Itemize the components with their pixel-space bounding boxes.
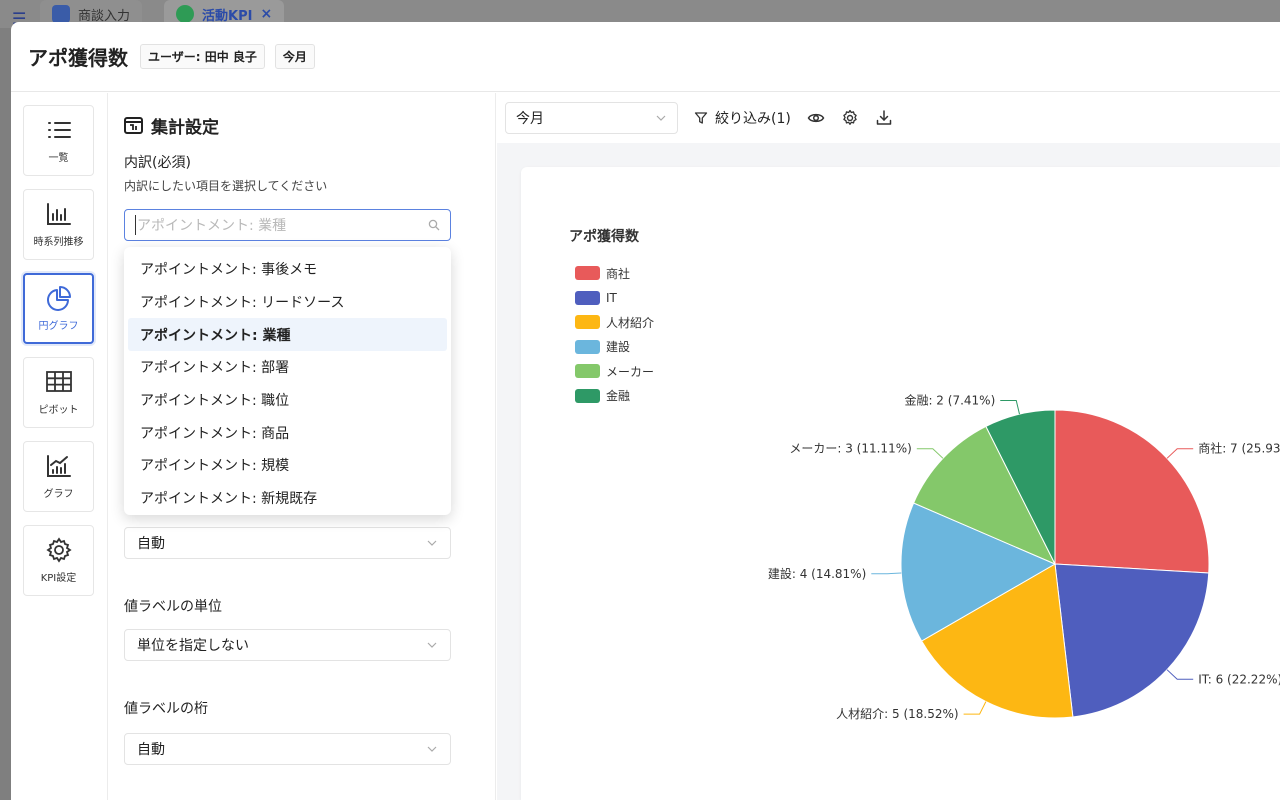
- pie-slice-label: 金融: 2 (7.41%): [904, 393, 995, 408]
- spreadsheet-icon: [52, 5, 70, 23]
- dropdown-option[interactable]: アポイントメント: 部署: [128, 351, 447, 384]
- pie-slice-label: 建設: 4 (14.81%): [768, 566, 866, 581]
- unit-label: 値ラベルの単位: [124, 599, 222, 615]
- pie-leader-line: [916, 448, 944, 459]
- eye-icon: [807, 113, 825, 123]
- aggregation-settings-panel: 集計設定 内訳(必須) 内訳にしたい項目を選択してください アポイントメント: …: [109, 93, 496, 800]
- chart-card: アポ獲得数 商社 IT 人材紹介 建設 メーカー 金融 商社: 7 (25.93…: [521, 167, 1280, 800]
- breakdown-search-input[interactable]: アポイントメント: 業種: [124, 209, 451, 241]
- filter-label: 絞り込み(1): [715, 111, 791, 127]
- panel-title: 集計設定: [124, 113, 219, 138]
- pie-slice[interactable]: [1054, 409, 1210, 574]
- dropdown-option[interactable]: アポイントメント: リードソース: [128, 286, 447, 319]
- pie-leader-line: [1166, 669, 1194, 680]
- nav-item-timeseries[interactable]: 時系列推移: [23, 189, 94, 260]
- pie-leader-line: [871, 572, 902, 575]
- nav-item-graph[interactable]: グラフ: [23, 441, 94, 512]
- nav-item-label: 時系列推移: [33, 237, 84, 248]
- dropdown-option-selected[interactable]: アポイントメント: 業種: [128, 318, 447, 352]
- nav-item-label: KPI設定: [40, 573, 77, 584]
- nav-item-label: 円グラフ: [38, 321, 79, 332]
- dropdown-option[interactable]: アポイントメント: 職位: [128, 384, 447, 417]
- kpi-icon: [176, 5, 194, 23]
- panel-title-text: 集計設定: [151, 118, 219, 138]
- pie-leader-line: [1000, 400, 1020, 415]
- download-icon: [876, 110, 892, 125]
- chart-settings-button[interactable]: [841, 109, 859, 127]
- gear-icon: [843, 109, 857, 125]
- chart-modal: アポ獲得数 ユーザー: 田中 良子 今月 一覧 時系列推移 円グラフ ピボット …: [11, 22, 1280, 800]
- close-icon[interactable]: ×: [260, 6, 272, 22]
- background-tab-label: 商談入力: [78, 8, 131, 24]
- breakdown-dropdown: アポイントメント: 事後メモ アポイントメント: リードソース アポイントメント…: [124, 247, 451, 515]
- digits-select[interactable]: 自動: [124, 733, 451, 765]
- chevron-down-icon: [427, 540, 437, 546]
- list-icon: [47, 122, 71, 138]
- unit-select-value: 単位を指定しない: [137, 638, 249, 654]
- bar-chart-icon: [46, 203, 71, 225]
- nav-item-label: グラフ: [43, 489, 74, 500]
- dropdown-option[interactable]: アポイントメント: 新規既存: [128, 482, 447, 515]
- pie-slice-label: 人材紹介: 5 (18.52%): [836, 707, 958, 721]
- auto-select[interactable]: 自動: [124, 527, 451, 559]
- filter-icon: [694, 112, 708, 124]
- digits-label: 値ラベルの桁: [124, 701, 208, 717]
- unit-select[interactable]: 単位を指定しない: [124, 629, 451, 661]
- chart-area: 今月 絞り込み(1) アポ獲得数 商社 IT 人材紹介 建設 メーカー 金融 商…: [497, 93, 1280, 800]
- search-placeholder: アポイントメント: 業種: [135, 215, 428, 235]
- nav-item-label: ピボット: [38, 405, 79, 416]
- pie-slice-label: メーカー: 3 (11.11%): [789, 442, 911, 456]
- filter-button[interactable]: 絞り込み(1): [694, 108, 791, 128]
- gear-icon: [45, 537, 72, 563]
- pie-slice[interactable]: [1054, 563, 1210, 718]
- chevron-down-icon: [427, 642, 437, 648]
- graph-icon: [46, 455, 71, 477]
- pie-chart: 商社: 7 (25.93 IT: 6 (22.22%) 人材紹介: 5 (18.52…: [768, 393, 1280, 722]
- table-icon: [45, 371, 72, 392]
- nav-item-pivot[interactable]: ピボット: [23, 357, 94, 428]
- period-tag: 今月: [274, 44, 315, 69]
- user-tag: ユーザー: 田中 良子: [140, 44, 265, 69]
- breakdown-label: 内訳(必須): [124, 155, 191, 171]
- chevron-down-icon: [427, 746, 437, 752]
- modal-title: アポ獲得数: [28, 46, 128, 70]
- pie-chart-icon: [46, 286, 71, 311]
- nav-item-pie-chart[interactable]: 円グラフ: [23, 273, 94, 344]
- modal-header: アポ獲得数 ユーザー: 田中 良子 今月: [11, 22, 1280, 92]
- visibility-button[interactable]: [807, 109, 825, 127]
- dropdown-option[interactable]: アポイントメント: 規模: [128, 449, 447, 482]
- breakdown-help: 内訳にしたい項目を選択してください: [124, 179, 328, 193]
- nav-item-list[interactable]: 一覧: [23, 105, 94, 176]
- pie-slice-label: 商社: 7 (25.93: [1198, 441, 1280, 456]
- settings-table-icon: [124, 117, 143, 134]
- search-icon: [428, 219, 440, 231]
- nav-item-label: 一覧: [48, 153, 69, 164]
- nav-item-kpi-settings[interactable]: KPI設定: [23, 525, 94, 596]
- period-select[interactable]: 今月: [505, 102, 678, 134]
- dropdown-option[interactable]: アポイントメント: 商品: [128, 416, 447, 449]
- pie-slice-label: IT: 6 (22.22%): [1198, 672, 1280, 686]
- pie-leader-line: [963, 701, 987, 715]
- background-tab-label: 活動KPI: [202, 8, 253, 24]
- view-nav: 一覧 時系列推移 円グラフ ピボット グラフ KPI設定: [11, 93, 108, 800]
- period-select-value: 今月: [516, 111, 544, 127]
- chevron-down-icon: [656, 115, 666, 121]
- download-button[interactable]: [875, 109, 893, 127]
- pie-leader-line: [1166, 448, 1194, 459]
- dropdown-option[interactable]: アポイントメント: 事後メモ: [128, 253, 447, 286]
- auto-select-value: 自動: [137, 536, 165, 552]
- digits-select-value: 自動: [137, 742, 165, 758]
- chart-toolbar: 今月 絞り込み(1): [497, 93, 1280, 143]
